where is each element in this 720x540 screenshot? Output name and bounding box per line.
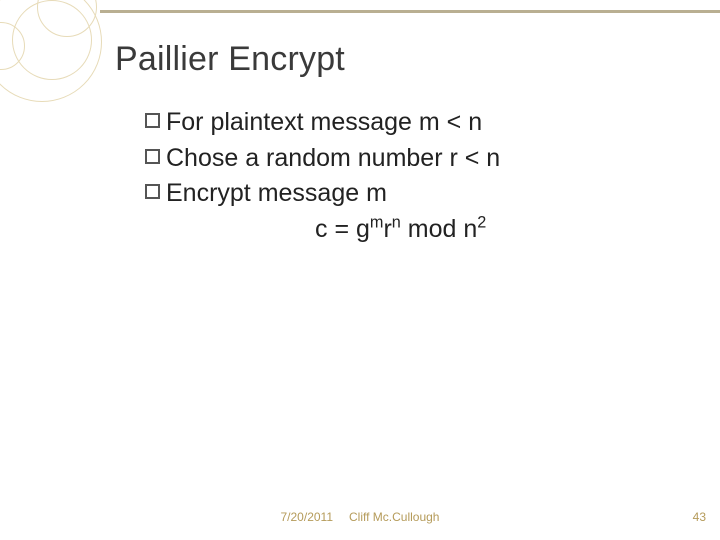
bullet-text: For plaintext message m < n [166, 105, 482, 141]
page-number: 43 [693, 510, 706, 524]
slide-body: For plaintext message m < n Chose a rand… [115, 105, 680, 247]
slide-footer: 7/20/2011 Cliff Mc.Cullough [0, 510, 720, 524]
bullet-item: Chose a random number r < n [145, 141, 680, 177]
footer-author: Cliff Mc.Cullough [349, 510, 439, 524]
formula-text: c = gmrn mod n2 [145, 212, 680, 248]
slide: Paillier Encrypt For plaintext message m… [0, 0, 720, 540]
square-bullet-icon [145, 113, 160, 128]
bullet-item: Encrypt message m [145, 176, 680, 212]
square-bullet-icon [145, 149, 160, 164]
slide-title: Paillier Encrypt [115, 40, 680, 79]
bullet-text: Encrypt message m [166, 176, 387, 212]
bullet-text: Chose a random number r < n [166, 141, 500, 177]
square-bullet-icon [145, 184, 160, 199]
bullet-item: For plaintext message m < n [145, 105, 680, 141]
footer-date: 7/20/2011 [281, 510, 334, 524]
